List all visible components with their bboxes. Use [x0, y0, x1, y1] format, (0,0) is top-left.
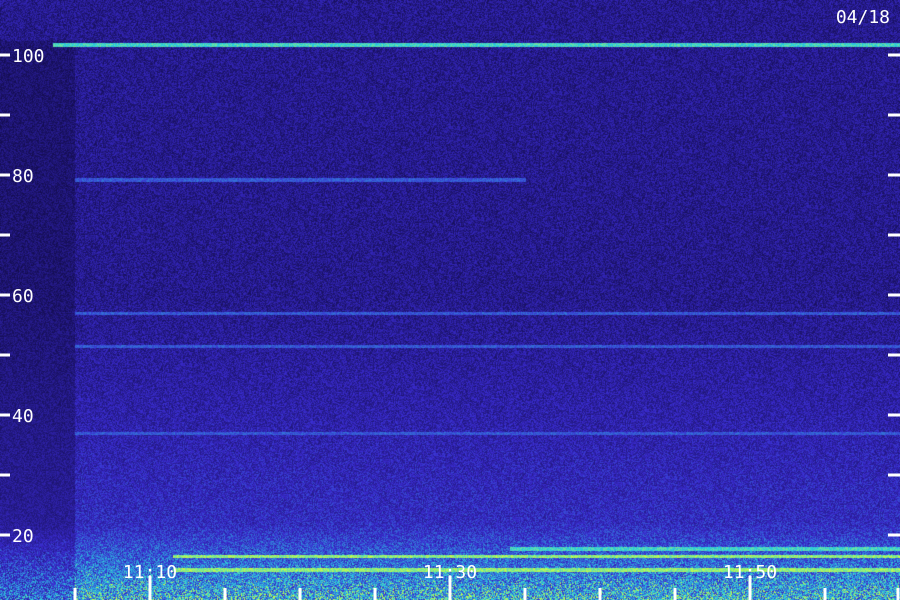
y-axis-right — [888, 53, 900, 537]
y-tick-label: 60 — [12, 286, 34, 307]
y-axis-left: 100 80 60 40 20 — [0, 46, 45, 547]
x-tick-label: 11:30 — [423, 562, 477, 583]
x-axis: 11:10 11:30 11:50 — [73, 562, 900, 600]
date-label: 04/18 — [836, 7, 890, 28]
x-tick-label: 11:10 — [123, 562, 177, 583]
y-tick-label: 20 — [12, 526, 34, 547]
x-tick-label: 11:50 — [723, 562, 777, 583]
y-tick-label: 80 — [12, 166, 34, 187]
y-tick-label: 40 — [12, 406, 34, 427]
chart-overlay: 100 80 60 40 20 11:10 11:30 11:50 04/18 — [0, 7, 900, 600]
y-tick-label: 100 — [12, 46, 45, 67]
